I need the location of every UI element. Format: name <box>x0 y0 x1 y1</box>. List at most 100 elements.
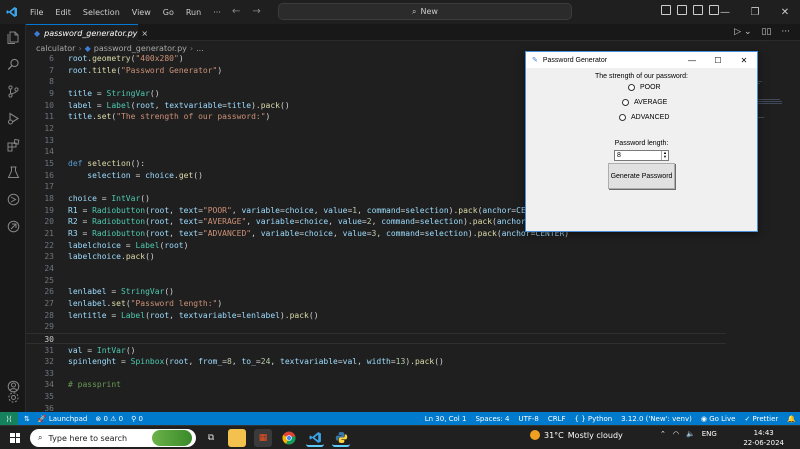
forward-arrow-icon[interactable]: → <box>252 6 260 17</box>
menu-file[interactable]: File <box>24 8 49 17</box>
status-eol[interactable]: CRLF <box>548 415 566 423</box>
extensions-icon[interactable] <box>6 138 20 152</box>
tk-minimize-icon[interactable]: — <box>679 52 705 68</box>
remote-indicator-icon[interactable]: ⟩⟨ <box>0 412 18 425</box>
testing-icon[interactable] <box>6 165 20 179</box>
python-taskbar-icon[interactable] <box>332 429 350 447</box>
start-button[interactable] <box>0 426 30 449</box>
line-number: 11 <box>44 112 54 122</box>
menu-view[interactable]: View <box>126 8 157 17</box>
radio-circle[interactable] <box>628 84 635 91</box>
menu-selection[interactable]: Selection <box>77 8 126 17</box>
code-line[interactable]: 24 <box>26 263 726 274</box>
taskbar-search[interactable]: ⌕ Type here to search <box>30 429 196 447</box>
code-text: labelchoice = Label(root) <box>68 240 189 250</box>
length-spinbox[interactable]: 8 ▲ ▼ <box>614 150 669 161</box>
code-text: spinlenght = Spinbox(root, from_=8, to_=… <box>68 357 444 367</box>
menu-edit[interactable]: Edit <box>49 8 77 17</box>
notifications-bell-icon[interactable]: 🔔 <box>787 415 796 423</box>
code-line[interactable]: 30 <box>26 332 726 344</box>
line-number: 22 <box>44 240 54 250</box>
file-explorer-icon[interactable] <box>228 429 246 447</box>
code-line[interactable]: 23 labelchoice.pack() <box>26 251 726 262</box>
breadcrumb-file[interactable]: password_generator.py <box>94 44 187 53</box>
code-line[interactable]: 35 <box>26 391 726 402</box>
explorer-icon[interactable] <box>6 30 20 44</box>
language-indicator[interactable]: ENG <box>702 430 717 438</box>
volume-icon[interactable]: 🔈 <box>686 430 695 438</box>
code-line[interactable]: 26 lenlabel = StringVar() <box>26 286 726 297</box>
status-sync-icon[interactable]: ⇅ <box>24 415 30 423</box>
generate-password-button[interactable]: Generate Password <box>608 163 675 189</box>
toggle-secondary-sidebar-icon[interactable] <box>693 5 703 15</box>
minimize-icon[interactable]: — <box>710 0 740 24</box>
toggle-panel-icon[interactable] <box>677 5 687 15</box>
code-line[interactable]: 34 # passprint <box>26 379 726 390</box>
line-number: 15 <box>44 158 54 168</box>
code-text: title.set("The strength of our password:… <box>68 112 271 122</box>
wifi-icon[interactable]: ◠ <box>673 430 679 438</box>
menu-run[interactable]: Run <box>180 8 207 17</box>
status-language[interactable]: { } Python <box>575 415 613 423</box>
radio-advanced[interactable]: ADVANCED <box>619 114 669 121</box>
breadcrumb-more[interactable]: ... <box>196 44 204 53</box>
more-actions-icon[interactable]: ··· <box>781 27 790 37</box>
docker-icon[interactable] <box>6 219 20 233</box>
code-line[interactable]: 25 <box>26 275 726 286</box>
task-view-icon[interactable]: ⧉ <box>202 429 220 447</box>
search-view-icon[interactable] <box>6 57 20 71</box>
code-line[interactable]: 36 <box>26 403 726 412</box>
vscode-taskbar-icon[interactable] <box>306 429 324 447</box>
status-golive[interactable]: ◉ Go Live <box>701 415 736 423</box>
spinbox-arrows-icon[interactable]: ▲ ▼ <box>661 151 668 160</box>
microsoft-store-icon[interactable]: ▦ <box>254 429 272 447</box>
status-ports[interactable]: ⚲ 0 <box>131 415 143 423</box>
restore-icon[interactable]: ❐ <box>740 0 770 24</box>
status-spaces[interactable]: Spaces: 4 <box>475 415 509 423</box>
remote-explorer-icon[interactable] <box>6 192 20 206</box>
status-prettier[interactable]: ✓ Prettier <box>744 415 778 423</box>
run-python-icon[interactable]: ▷ ⌄ <box>734 27 751 37</box>
tk-close-icon[interactable]: ✕ <box>731 52 757 68</box>
command-center[interactable]: ⌕ New <box>278 3 572 20</box>
tab-close-icon[interactable]: × <box>141 29 148 38</box>
run-debug-icon[interactable] <box>6 111 20 125</box>
line-number: 12 <box>44 123 54 133</box>
code-line[interactable]: 31 val = IntVar() <box>26 345 726 356</box>
back-arrow-icon[interactable]: ← <box>232 6 240 17</box>
taskbar-search-placeholder: Type here to search <box>48 433 128 443</box>
status-position[interactable]: Ln 30, Col 1 <box>425 415 467 423</box>
menu-go[interactable]: Go <box>157 8 180 17</box>
status-launchpad[interactable]: 🚀 Launchpad <box>38 415 87 423</box>
taskbar-clock[interactable]: 14:43 22-06-2024 <box>743 428 784 448</box>
breadcrumb-folder[interactable]: calculator <box>36 44 75 53</box>
code-line[interactable]: 28 lentitle = Label(root, textvariable=le… <box>26 310 726 321</box>
manage-gear-icon[interactable] <box>6 390 20 404</box>
radio-circle[interactable] <box>622 99 629 106</box>
status-problems[interactable]: ⊗ 0 ⚠ 0 <box>95 415 123 423</box>
source-control-icon[interactable] <box>6 84 20 98</box>
menu-more[interactable]: ··· <box>207 8 227 17</box>
status-interpreter[interactable]: 3.12.0 ('New': venv) <box>621 415 692 423</box>
radio-average[interactable]: AVERAGE <box>622 99 667 106</box>
tray-chevron-up-icon[interactable]: ⌃ <box>660 430 666 438</box>
weather-widget[interactable]: 31°C Mostly cloudy <box>530 430 623 440</box>
code-line[interactable]: 27 lenlabel.set("Password length:") <box>26 298 726 309</box>
line-number: 32 <box>44 357 54 367</box>
line-number: 14 <box>44 147 54 157</box>
tk-title-bar[interactable]: ✎ Password Generator — ☐ ✕ <box>526 52 757 68</box>
code-line[interactable]: 33 <box>26 368 726 379</box>
tk-maximize-icon[interactable]: ☐ <box>705 52 731 68</box>
radio-poor[interactable]: POOR <box>628 84 661 91</box>
python-file-icon: ◆ <box>34 28 41 38</box>
code-line[interactable]: 22 labelchoice = Label(root) <box>26 240 726 251</box>
tab-password-generator[interactable]: ◆ password_generator.py × <box>26 24 148 41</box>
radio-circle[interactable] <box>619 114 626 121</box>
code-line[interactable]: 32 spinlenght = Spinbox(root, from_=8, to… <box>26 356 726 367</box>
close-icon[interactable]: ✕ <box>770 0 800 24</box>
toggle-sidebar-icon[interactable] <box>661 5 671 15</box>
code-line[interactable]: 29 <box>26 321 726 332</box>
chrome-icon[interactable] <box>280 429 298 447</box>
status-encoding[interactable]: UTF-8 <box>518 415 538 423</box>
split-editor-icon[interactable]: ▯▯ <box>762 27 772 37</box>
